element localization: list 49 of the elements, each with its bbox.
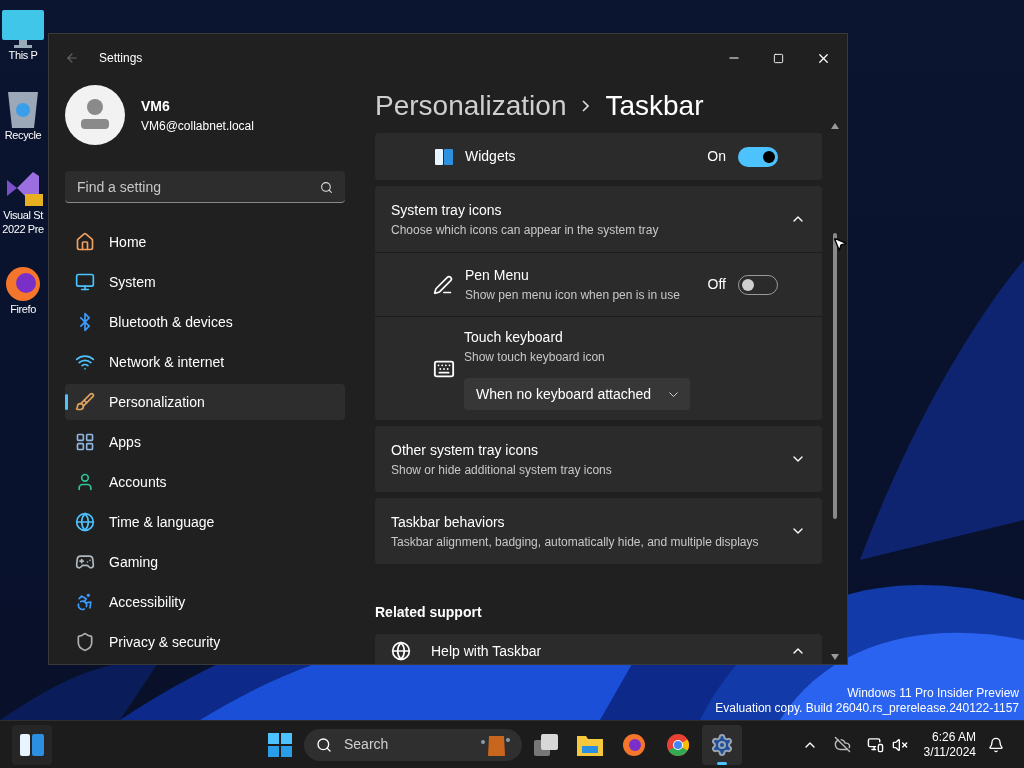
desktop-icon-label: 2022 Pre (2, 222, 44, 236)
window-title: Settings (99, 50, 143, 67)
desktop-icon-label: Recycle (4, 128, 42, 142)
nav-item[interactable]: Gaming (65, 544, 345, 580)
nav-item[interactable]: Accounts (65, 464, 345, 500)
desktop-icon-label: Visual St (3, 208, 43, 222)
nav-item[interactable]: Time & language (65, 504, 345, 540)
user-email: VM6@collabnet.local (141, 117, 254, 135)
setting-title: System tray icons (391, 200, 503, 220)
setting-title: Touch keyboard (464, 328, 564, 347)
expander-header[interactable]: Taskbar behaviors Taskbar alignment, badging, automatically hide, and multiple displays (375, 498, 822, 564)
user-name: VM6 (141, 96, 171, 116)
setting-title: Widgets (465, 147, 517, 166)
dropdown[interactable]: When no keyboard attached (464, 378, 690, 410)
setting-description: Show pen menu icon when pen is in use (465, 287, 681, 304)
setting-description: Show touch keyboard icon (464, 349, 606, 366)
clock-date: 3/11/2024 (923, 744, 976, 760)
setting-title: Taskbar behaviors (391, 512, 506, 532)
setting-title: Other system tray icons (391, 440, 540, 460)
nav-item[interactable]: Privacy & security (65, 624, 345, 660)
desktop-icon-label: Firefo (10, 302, 36, 316)
setting-description: Taskbar alignment, badging, automatically hide, and multiple displays (391, 533, 760, 551)
nav-item[interactable]: Home (65, 224, 345, 260)
expander-header[interactable]: System tray icons Choose which icons can appear in the system tray (375, 186, 822, 252)
nav-item[interactable]: System (65, 264, 345, 300)
toggle-state-label: Off (707, 275, 726, 294)
nav-item[interactable]: Network & internet (65, 344, 345, 380)
setting-description: Show or hide additional system tray icons (391, 461, 613, 479)
clock-time: 6:26 AM (931, 729, 976, 745)
breadcrumb-parent[interactable]: Personalization (375, 85, 567, 127)
taskbar-search[interactable]: Search (304, 728, 522, 761)
setting-title: Pen Menu (465, 266, 530, 285)
watermark-text: Windows 11 Pro Insider Preview (847, 686, 1019, 701)
settings-search-field[interactable]: Find a setting (65, 171, 345, 203)
taskbar-search-field[interactable]: Search (344, 734, 464, 755)
nav-item[interactable]: Apps (65, 424, 345, 460)
nav-item[interactable]: Accessibility (65, 584, 345, 620)
watermark-text: Evaluation copy. Build 26040.rs_prerelease.240122-1157 (715, 701, 1019, 716)
page-title: Taskbar (605, 89, 704, 123)
expander-header[interactable]: Other system tray icons Show or hide additional system tray icons (375, 426, 822, 492)
setting-title: Help with Taskbar (431, 641, 543, 661)
setting-description: Choose which icons can appear in the system tray (391, 221, 660, 239)
nav-item[interactable]: Personalization (65, 384, 345, 420)
nav-item[interactable]: Bluetooth & devices (65, 304, 345, 340)
help-card[interactable]: Help with Taskbar (375, 634, 822, 664)
toggle-state-label: On (707, 147, 726, 166)
desktop-icon-label: This P (8, 48, 38, 62)
clock[interactable]: 6:26 AM 3/11/2024 (923, 729, 976, 760)
section-heading: Related support (375, 603, 483, 622)
